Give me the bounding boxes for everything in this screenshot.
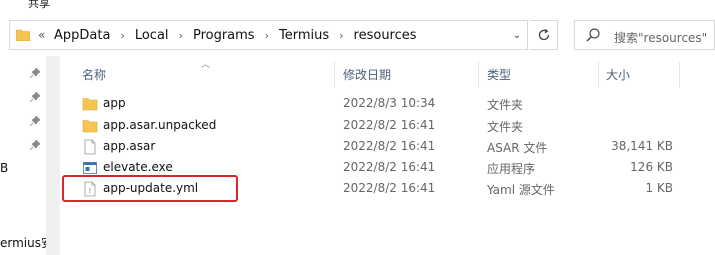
column-divider[interactable] bbox=[334, 62, 335, 88]
file-type: Yaml 源文件 bbox=[487, 183, 555, 197]
file-row[interactable]: app.asar.unpacked 2022/8/2 16:41 文件夹 bbox=[70, 115, 715, 136]
file-date: 2022/8/2 16:41 bbox=[343, 139, 436, 153]
refresh-icon bbox=[538, 28, 549, 41]
file-size: 1 KB bbox=[645, 181, 673, 195]
file-name: app.asar bbox=[103, 139, 156, 153]
breadcrumb-termius[interactable]: Termius bbox=[279, 28, 329, 43]
column-divider[interactable] bbox=[598, 62, 599, 88]
file-type: ASAR 文件 bbox=[487, 141, 548, 155]
file-date: 2022/8/2 16:41 bbox=[343, 181, 436, 195]
chevron-down-icon[interactable]: ⌄ bbox=[509, 28, 525, 44]
folder-icon bbox=[82, 120, 98, 133]
breadcrumb-appdata[interactable]: AppData bbox=[54, 28, 110, 43]
pin-icon[interactable] bbox=[30, 140, 40, 150]
file-type: 文件夹 bbox=[487, 120, 524, 134]
sort-ascending-icon: ︿ bbox=[201, 60, 211, 70]
chevron-right-icon[interactable]: › bbox=[265, 29, 269, 42]
navigation-pane: B ermius安 bbox=[0, 56, 53, 255]
search-placeholder: 搜索"resources" bbox=[614, 31, 708, 45]
file-date: 2022/8/2 16:41 bbox=[343, 118, 436, 132]
breadcrumb-local[interactable]: Local bbox=[135, 28, 169, 43]
file-type: 应用程序 bbox=[487, 162, 536, 176]
file-name: app-update.yml bbox=[103, 181, 199, 195]
chevron-right-icon[interactable]: › bbox=[339, 29, 343, 42]
column-header-size[interactable]: 大小 bbox=[606, 66, 630, 83]
pin-icon[interactable] bbox=[30, 116, 40, 126]
yaml-file-icon: ! bbox=[84, 181, 96, 197]
column-divider[interactable] bbox=[679, 62, 680, 88]
ribbon-tab-share[interactable]: 共享 bbox=[28, 0, 50, 11]
file-row[interactable]: ! app-update.yml 2022/8/2 16:41 Yaml 源文件… bbox=[70, 178, 715, 199]
exe-icon bbox=[83, 162, 97, 174]
file-name: app bbox=[103, 96, 126, 110]
column-divider[interactable] bbox=[478, 62, 479, 88]
search-icon bbox=[586, 28, 600, 42]
file-icon bbox=[84, 139, 96, 155]
file-date: 2022/8/3 10:34 bbox=[343, 96, 436, 110]
svg-text:!: ! bbox=[89, 187, 92, 195]
column-header-type[interactable]: 类型 bbox=[487, 66, 511, 83]
column-header-date[interactable]: 修改日期 bbox=[343, 66, 391, 83]
column-header-name[interactable]: 名称 bbox=[82, 66, 106, 83]
search-input[interactable]: 搜索"resources" bbox=[574, 20, 715, 50]
file-type: 文件夹 bbox=[487, 98, 524, 112]
file-name: elevate.exe bbox=[103, 160, 173, 174]
pin-icon[interactable] bbox=[30, 92, 40, 102]
address-bar-row: « AppData › Local › Programs › Termius ›… bbox=[0, 14, 715, 56]
nav-pane-scrollbar[interactable] bbox=[46, 56, 60, 255]
chevron-right-icon[interactable]: › bbox=[120, 29, 124, 42]
breadcrumb-overflow-chevron[interactable]: « bbox=[38, 28, 45, 42]
file-size: 38,141 KB bbox=[611, 139, 673, 153]
chevron-right-icon[interactable]: › bbox=[179, 29, 183, 42]
nav-item-partial[interactable]: B bbox=[0, 161, 8, 175]
folder-icon bbox=[16, 29, 30, 41]
address-bar[interactable]: « AppData › Local › Programs › Termius ›… bbox=[9, 20, 528, 50]
folder-icon bbox=[82, 98, 98, 111]
file-row[interactable]: app 2022/8/3 10:34 文件夹 bbox=[70, 93, 715, 114]
pin-icon[interactable] bbox=[30, 68, 40, 78]
breadcrumb-programs[interactable]: Programs bbox=[193, 28, 255, 43]
file-name: app.asar.unpacked bbox=[103, 118, 217, 132]
file-row[interactable]: app.asar 2022/8/2 16:41 ASAR 文件 38,141 K… bbox=[70, 136, 715, 157]
file-row[interactable]: elevate.exe 2022/8/2 16:41 应用程序 126 KB bbox=[70, 157, 715, 178]
refresh-button[interactable] bbox=[530, 20, 558, 50]
file-size: 126 KB bbox=[630, 160, 673, 174]
ribbon: 共享 bbox=[0, 0, 715, 14]
file-date: 2022/8/2 16:41 bbox=[343, 160, 436, 174]
breadcrumb-resources[interactable]: resources bbox=[354, 28, 417, 43]
breadcrumb: AppData › Local › Programs › Termius › r… bbox=[54, 28, 427, 43]
